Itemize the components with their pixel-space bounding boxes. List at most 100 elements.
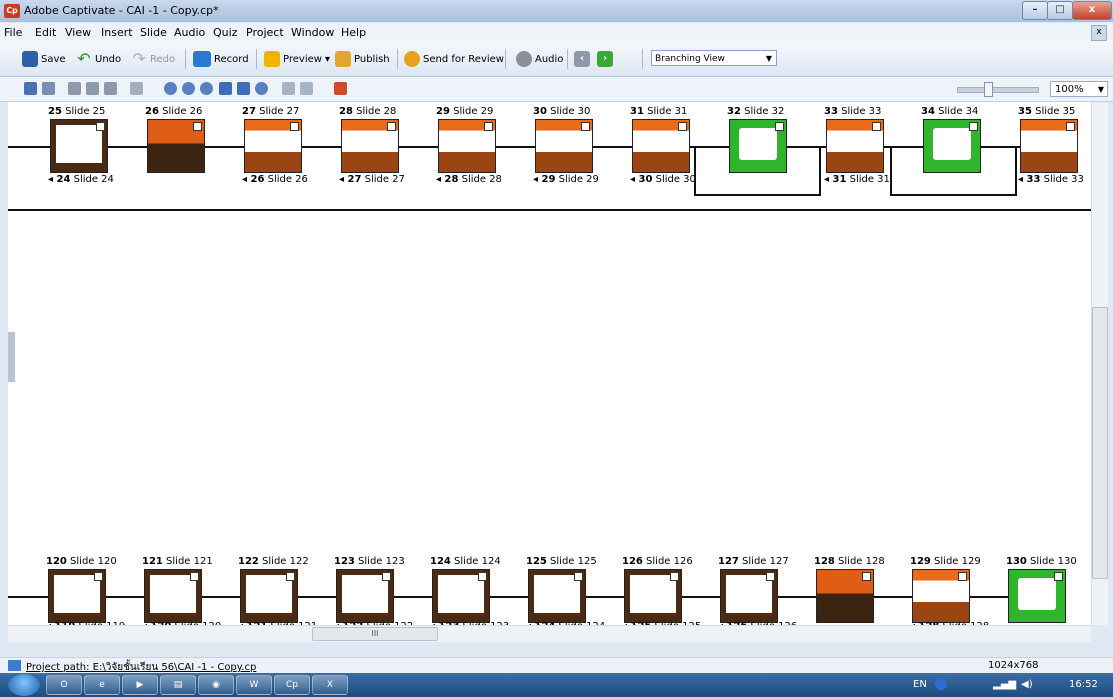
collapse-toggle-icon[interactable] [574,572,583,581]
slide-thumbnail[interactable] [528,569,586,623]
slide-thumbnail[interactable] [147,119,205,173]
collapse-panel-handle[interactable] [8,332,15,382]
branching-canvas[interactable]: 25 Slide 25 ◂ 24 Slide 24 26 Slide 26 27 Sl… [8,102,1091,625]
collapse-toggle-icon[interactable] [478,572,487,581]
taskbar-media-player-icon[interactable]: ▶ [122,675,158,695]
taskbar-internet-explorer-icon[interactable]: e [84,675,120,695]
collapse-toggle-icon[interactable] [387,122,396,131]
taskbar-excel-icon[interactable]: X [312,675,348,695]
slide-title[interactable]: 25 Slide 25 [48,106,105,117]
zoom-slider-handle[interactable] [984,82,994,97]
slide-title[interactable]: 121 Slide 121 [142,556,213,567]
slide-thumbnail[interactable] [923,119,981,173]
next-slide-button[interactable]: › [597,49,613,69]
slide-title[interactable]: 32 Slide 32 [727,106,784,117]
collapse-toggle-icon[interactable] [862,572,871,581]
collapse-toggle-icon[interactable] [670,572,679,581]
zoom-slider-track[interactable] [957,87,1039,93]
save-button[interactable]: Save [22,49,66,69]
menu-insert[interactable]: Insert [101,26,133,39]
slide-thumbnail[interactable] [438,119,496,173]
collapse-toggle-icon[interactable] [484,122,493,131]
collapse-toggle-icon[interactable] [382,572,391,581]
pan-icon[interactable] [130,82,143,95]
slide-title[interactable]: 125 Slide 125 [526,556,597,567]
slide-thumbnail[interactable] [48,569,106,623]
collapse-toggle-icon[interactable] [958,572,967,581]
horizontal-scrollbar[interactable] [8,625,1091,642]
slide-title[interactable]: 123 Slide 123 [334,556,405,567]
preview-button[interactable]: Preview ▾ [264,49,330,69]
collapse-toggle-icon[interactable] [190,572,199,581]
taskbar-file-explorer-icon[interactable]: ▤ [160,675,196,695]
slide-title[interactable]: 130 Slide 130 [1006,556,1077,567]
previous-slide-link[interactable]: ◂ 33 Slide 33 [1018,174,1084,185]
menu-slide[interactable]: Slide [140,26,167,39]
slide-title[interactable]: 128 Slide 128 [814,556,885,567]
slide-title[interactable]: 29 Slide 29 [436,106,493,117]
slide-title[interactable]: 120 Slide 120 [46,556,117,567]
previous-slide-link[interactable]: ◂ 28 Slide 28 [436,174,502,185]
previous-slide-link[interactable]: ◂ 30 Slide 30 [630,174,696,185]
taskbar-word-icon[interactable]: W [236,675,272,695]
maximize-button[interactable]: □ [1047,1,1073,20]
zoom-level-select[interactable]: 100% ▼ [1050,81,1108,97]
previous-slide-button[interactable]: ‹ [574,49,590,69]
collapse-toggle-icon[interactable] [286,572,295,581]
collapse-toggle-icon[interactable] [969,122,978,131]
collapse-toggle-icon[interactable] [193,122,202,131]
collapse-icon[interactable] [86,82,99,95]
slide-title[interactable]: 33 Slide 33 [824,106,881,117]
slide-title[interactable]: 26 Slide 26 [145,106,202,117]
slide-thumbnail[interactable] [1020,119,1078,173]
slide-title[interactable]: 31 Slide 31 [630,106,687,117]
slide-title[interactable]: 30 Slide 30 [533,106,590,117]
close-window-button[interactable]: x [1072,1,1112,20]
previous-slide-link[interactable]: ◂ 27 Slide 27 [339,174,405,185]
slide-title[interactable]: 122 Slide 122 [238,556,309,567]
collapse-toggle-icon[interactable] [766,572,775,581]
arrow-back-icon[interactable] [300,82,313,95]
export-icon[interactable] [42,82,55,95]
menu-audio[interactable]: Audio [174,26,205,39]
collapse-toggle-icon[interactable] [94,572,103,581]
vertical-scroll-thumb[interactable] [1092,307,1108,579]
slide-thumbnail[interactable] [336,569,394,623]
link-icon[interactable] [334,82,347,95]
collapse-toggle-icon[interactable] [96,122,105,131]
collapse-toggle-icon[interactable] [581,122,590,131]
taskbar-chrome-icon[interactable]: ◉ [198,675,234,695]
horizontal-scroll-thumb[interactable]: III [312,627,438,641]
slide-thumbnail[interactable] [624,569,682,623]
previous-slide-link[interactable]: ◂ 26 Slide 26 [242,174,308,185]
collapse-toggle-icon[interactable] [1066,122,1075,131]
previous-slide-link[interactable]: ◂ 31 Slide 31 [824,174,890,185]
start-button[interactable] [8,674,40,696]
view-mode-select[interactable]: Branching View ▼ [651,50,777,66]
slide-title[interactable]: 28 Slide 28 [339,106,396,117]
slide-thumbnail[interactable] [1008,569,1066,623]
menu-help[interactable]: Help [341,26,366,39]
create-group-icon[interactable] [24,82,37,95]
slide-thumbnail[interactable] [50,119,108,173]
collapse-toggle-icon[interactable] [678,122,687,131]
previous-slide-link[interactable]: ◂ 24 Slide 24 [48,174,114,185]
arrow-down-icon[interactable] [237,82,250,95]
slide-thumbnail[interactable] [144,569,202,623]
slide-thumbnail[interactable] [535,119,593,173]
undo-button[interactable]: ↶ Undo [76,49,121,69]
slide-thumbnail[interactable] [912,569,970,623]
zoom-in-icon[interactable] [164,82,177,95]
slide-title[interactable]: 35 Slide 35 [1018,106,1075,117]
help-icon[interactable] [935,678,947,690]
minimize-button[interactable]: – [1022,1,1048,20]
slide-title[interactable]: 27 Slide 27 [242,106,299,117]
slide-title[interactable]: 129 Slide 129 [910,556,981,567]
menu-view[interactable]: View [65,26,91,39]
slide-thumbnail[interactable] [341,119,399,173]
zoom-out-icon[interactable] [182,82,195,95]
redo-button[interactable]: ↷ Redo [131,49,175,69]
zoom-reset-icon[interactable] [255,82,268,95]
volume-icon[interactable]: ◀) [1021,679,1033,690]
collapse-toggle-icon[interactable] [775,122,784,131]
